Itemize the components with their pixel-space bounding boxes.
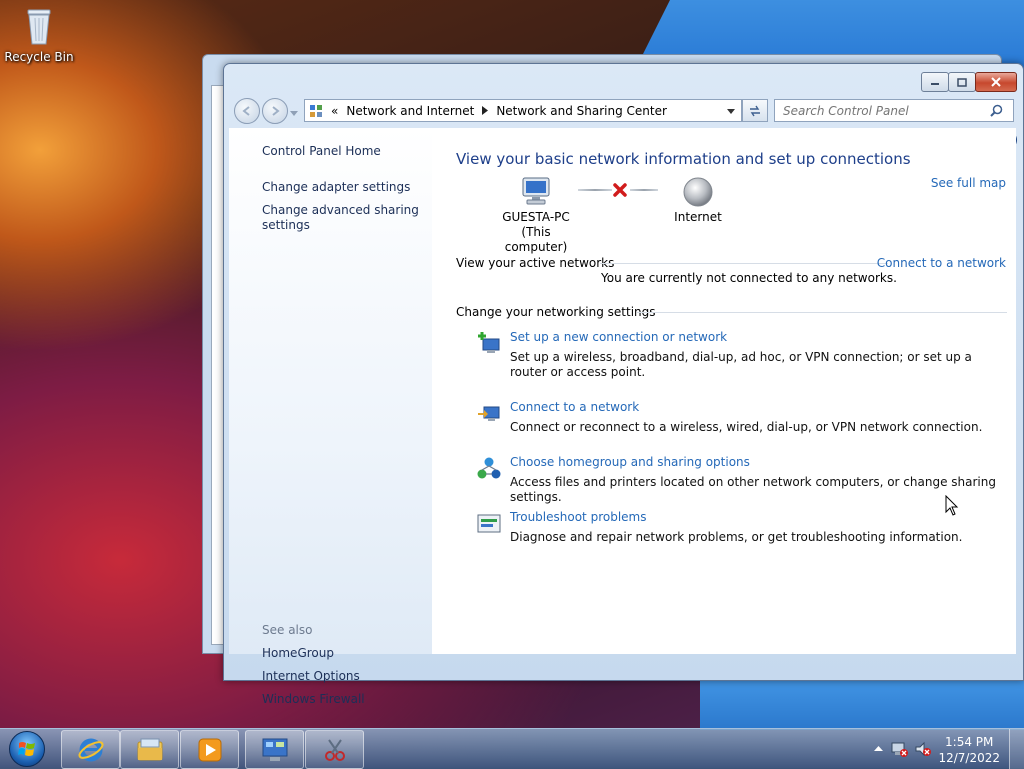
chevron-down-icon [290, 111, 298, 116]
search-box[interactable] [774, 99, 1014, 122]
internet-options-link[interactable]: Internet Options [262, 669, 360, 684]
close-icon [991, 77, 1001, 87]
start-button[interactable] [2, 729, 52, 769]
new-connection-icon [478, 332, 500, 353]
computer-icon [522, 177, 550, 205]
homegroup-icon [477, 457, 501, 479]
taskbar: 1:54 PM 12/7/2022 [0, 728, 1024, 769]
setup-connection-link[interactable]: Set up a new connection or network [510, 330, 727, 344]
control-panel-home-link[interactable]: Control Panel Home [262, 144, 381, 159]
forward-arrow-icon [272, 106, 280, 116]
address-field[interactable]: « Network and Internet Network and Shari… [304, 99, 742, 122]
computer-subtitle: (This computer) [504, 225, 568, 254]
chevron-down-icon [727, 108, 735, 114]
recycle-bin-icon [23, 6, 55, 46]
change-adapter-settings-link[interactable]: Change adapter settings [262, 180, 410, 195]
main-content: View your basic network information and … [432, 128, 1016, 654]
computer-name: GUESTA-PC [502, 210, 570, 224]
recycle-bin-label: Recycle Bin [4, 50, 74, 64]
network-sharing-center-window[interactable]: « Network and Internet Network and Shari… [223, 63, 1024, 706]
troubleshoot-link[interactable]: Troubleshoot problems [510, 510, 646, 524]
connect-network-description: Connect or reconnect to a wireless, wire… [510, 420, 983, 434]
windows-logo-icon [9, 731, 45, 767]
taskbar-control-panel[interactable] [245, 730, 304, 769]
mouse-cursor-icon [945, 495, 959, 516]
breadcrumb-overflow-icon[interactable]: « [331, 104, 338, 118]
homegroup-sharing-link[interactable]: Choose homegroup and sharing options [510, 455, 750, 469]
breadcrumb-network-and-sharing-center[interactable]: Network and Sharing Center [496, 104, 667, 118]
windows-explorer-icon [137, 738, 162, 760]
show-hidden-icons-chevron-icon[interactable] [874, 745, 883, 752]
show-desktop-button[interactable] [1009, 729, 1024, 769]
page-title: View your basic network information and … [456, 150, 911, 168]
clock-time: 1:54 PM [945, 735, 994, 749]
back-arrow-icon [242, 106, 250, 116]
snipping-tool-icon [324, 738, 345, 761]
window-caption-buttons [921, 72, 1017, 92]
change-settings-divider [637, 312, 1007, 313]
taskbar-snipping-tool[interactable] [305, 730, 364, 769]
connection-line-left [578, 189, 612, 191]
connection-line-right [630, 189, 658, 191]
internet-node[interactable]: Internet [658, 176, 738, 225]
active-networks-heading: View your active networks [456, 256, 615, 270]
active-networks-divider [600, 263, 888, 264]
refresh-icon [750, 105, 760, 116]
back-button[interactable] [234, 98, 260, 124]
this-computer-node[interactable]: GUESTA-PC (This computer) [490, 176, 582, 255]
volume-muted-icon[interactable] [914, 741, 932, 757]
globe-icon [683, 177, 713, 207]
connect-network-icon [478, 406, 500, 421]
notification-area: 1:54 PM 12/7/2022 [864, 729, 1024, 769]
change-settings-heading: Change your networking settings [456, 305, 656, 319]
homegroup-sharing-description: Access files and printers located on oth… [510, 475, 996, 504]
taskbar-windows-explorer[interactable] [120, 730, 179, 769]
breadcrumb-network-and-internet[interactable]: Network and Internet [346, 104, 474, 118]
troubleshoot-icon [477, 514, 501, 533]
forward-button[interactable] [262, 98, 288, 124]
internet-label: Internet [674, 210, 722, 224]
control-panel-icon [309, 104, 323, 118]
disconnected-x-icon[interactable] [612, 182, 628, 198]
connect-network-link[interactable]: Connect to a network [510, 400, 639, 414]
windows-firewall-link[interactable]: Windows Firewall [262, 692, 365, 707]
address-bar-area: « Network and Internet Network and Shari… [234, 98, 1015, 124]
internet-explorer-icon [77, 738, 104, 761]
homegroup-link[interactable]: HomeGroup [262, 646, 334, 661]
control-panel-icon [262, 738, 287, 761]
see-full-map-link[interactable]: See full map [931, 176, 1006, 190]
taskbar-internet-explorer[interactable] [61, 730, 120, 769]
media-player-icon [198, 738, 221, 761]
search-input[interactable] [781, 102, 990, 119]
network-disconnected-icon[interactable] [890, 741, 908, 757]
clock-date: 12/7/2022 [938, 751, 1000, 765]
recycle-bin-desktop-icon[interactable]: Recycle Bin [4, 6, 74, 64]
left-navigation-pane: Control Panel Home Change adapter settin… [229, 128, 432, 706]
taskbar-media-player[interactable] [180, 730, 239, 769]
connect-to-network-link[interactable]: Connect to a network [877, 256, 1006, 270]
refresh-button[interactable] [742, 99, 768, 122]
maximize-button[interactable] [948, 72, 976, 92]
close-button[interactable] [975, 72, 1017, 92]
maximize-icon [957, 77, 967, 87]
troubleshoot-description: Diagnose and repair network problems, or… [510, 530, 963, 544]
minimize-button[interactable] [921, 72, 949, 92]
address-dropdown-button[interactable] [727, 104, 735, 118]
minimize-icon [931, 83, 939, 85]
system-clock[interactable]: 1:54 PM 12/7/2022 [938, 734, 1000, 766]
change-advanced-sharing-settings-link[interactable]: Change advanced sharing settings [262, 203, 422, 233]
breadcrumb-separator-icon[interactable] [482, 104, 489, 118]
search-icon[interactable] [990, 104, 1003, 117]
setup-connection-description: Set up a wireless, broadband, dial-up, a… [510, 350, 972, 379]
recent-pages-dropdown[interactable] [290, 106, 298, 120]
not-connected-message: You are currently not connected to any n… [601, 271, 897, 285]
see-also-heading: See also [262, 623, 313, 637]
